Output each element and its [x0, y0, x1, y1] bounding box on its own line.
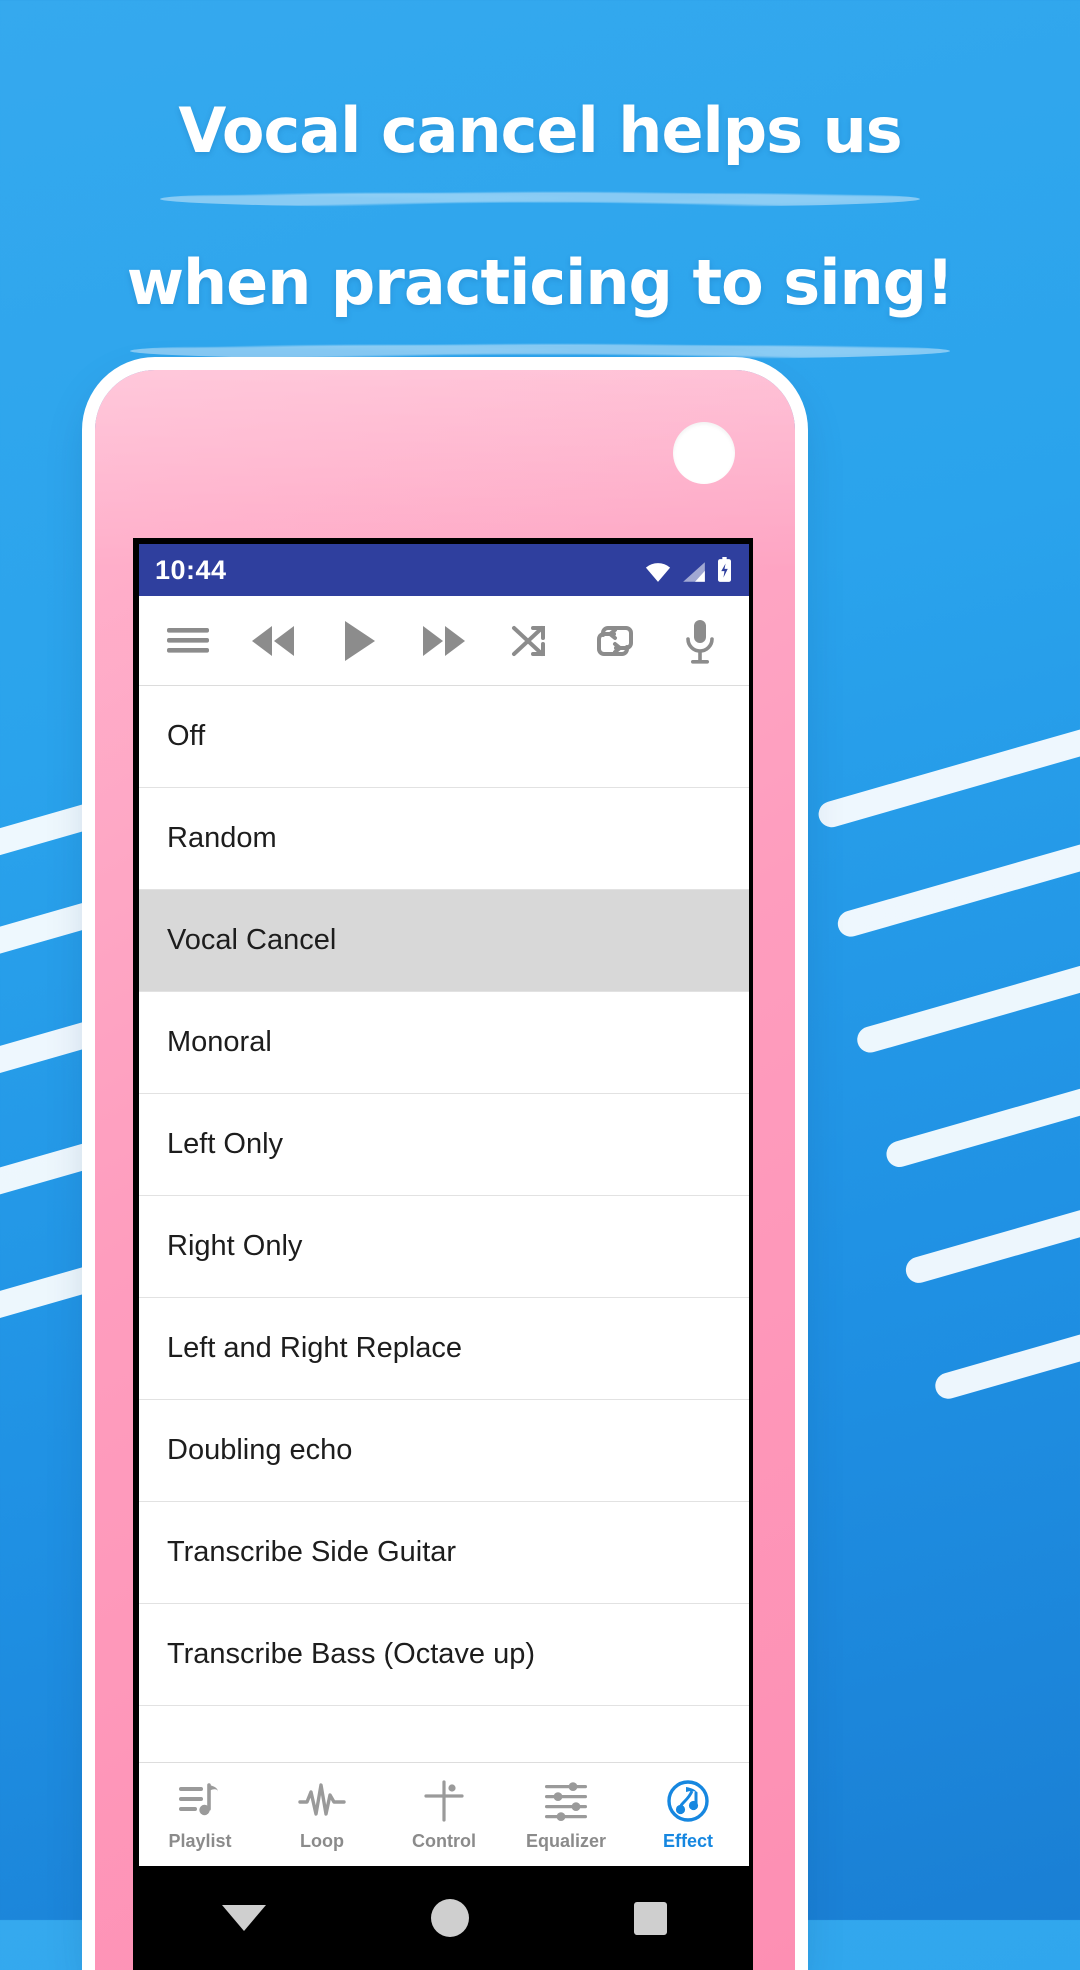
status-clock: 10:44: [155, 554, 227, 585]
list-item-label: Monoral: [167, 1026, 272, 1058]
stripe-decoration: [902, 1170, 1080, 1286]
list-item-label: Right Only: [167, 1230, 303, 1262]
triangle-back-icon[interactable]: [221, 1905, 266, 1931]
list-item-label: Doubling echo: [167, 1434, 353, 1466]
shuffle-button[interactable]: [498, 610, 560, 672]
play-icon: [344, 620, 375, 661]
bottom-tab-bar: Playlist Loop Control Equalizer Effect: [139, 1762, 749, 1866]
stripe-decoration: [834, 796, 1080, 940]
list-item[interactable]: Off: [139, 686, 749, 788]
tab-label: Effect: [662, 1831, 713, 1851]
tab-label: Loop: [300, 1831, 344, 1851]
list-item[interactable]: Doubling echo: [139, 1400, 749, 1502]
device-screen: 10:44 Off Random Vocal Cancel Monoral Le…: [133, 538, 753, 1970]
promo-headline: Vocal cancel helps us when practicing to…: [0, 72, 1080, 376]
fast-forward-icon: [422, 625, 465, 656]
stripe-decoration: [815, 675, 1080, 831]
effect-list[interactable]: Off Random Vocal Cancel Monoral Left Onl…: [139, 686, 749, 1706]
repeat-button[interactable]: [584, 610, 646, 672]
hamburger-menu-icon: [166, 627, 209, 653]
list-item[interactable]: Left and Right Replace: [139, 1298, 749, 1400]
list-item[interactable]: Right Only: [139, 1196, 749, 1298]
tab-effect[interactable]: Effect: [632, 1777, 744, 1852]
list-item[interactable]: Monoral: [139, 992, 749, 1094]
fast-forward-button[interactable]: [413, 610, 475, 672]
square-recent-icon[interactable]: [633, 1901, 667, 1935]
shuffle-icon: [512, 625, 546, 656]
waveform-icon: [298, 1777, 346, 1825]
menu-button[interactable]: [157, 610, 219, 672]
tab-label: Playlist: [168, 1831, 232, 1851]
front-camera-icon: [673, 422, 735, 484]
signal-icon: [683, 562, 705, 582]
play-button[interactable]: [328, 610, 390, 672]
stripe-decoration: [932, 1294, 1080, 1402]
playlist-note-icon: [177, 1777, 223, 1825]
brush-underline-icon: [160, 190, 920, 208]
list-item-label: Off: [167, 720, 206, 752]
tab-control[interactable]: Control: [388, 1777, 500, 1852]
tab-loop[interactable]: Loop: [266, 1777, 378, 1852]
battery-charging-icon: [718, 557, 731, 582]
stripe-decoration: [883, 1045, 1080, 1171]
list-item-label: Transcribe Bass (Octave up): [167, 1638, 535, 1670]
microphone-icon: [686, 619, 715, 664]
tab-label: Control: [412, 1831, 476, 1851]
list-item-label: Left Only: [167, 1128, 284, 1160]
player-toolbar: [139, 596, 749, 686]
list-item[interactable]: Left Only: [139, 1094, 749, 1196]
headline-line-1: Vocal cancel helps us: [178, 94, 902, 167]
tab-label: Equalizer: [525, 1831, 607, 1851]
list-item[interactable]: Transcribe Bass (Octave up): [139, 1604, 749, 1706]
phone-mockup: 10:44 Off Random Vocal Cancel Monoral Le…: [95, 370, 795, 1970]
circle-home-icon[interactable]: [430, 1899, 469, 1937]
list-item[interactable]: Transcribe Side Guitar: [139, 1502, 749, 1604]
rewind-icon: [252, 625, 295, 656]
repeat-icon: [596, 625, 633, 656]
list-item-label: Left and Right Replace: [167, 1332, 463, 1364]
brush-underline-icon: [130, 342, 950, 360]
rewind-button[interactable]: [242, 610, 304, 672]
tab-playlist[interactable]: Playlist: [144, 1777, 256, 1852]
tab-equalizer[interactable]: Equalizer: [510, 1777, 622, 1852]
list-item-label: Vocal Cancel: [167, 924, 337, 956]
list-item-selected[interactable]: Vocal Cancel: [139, 890, 749, 992]
headline-line-2: when practicing to sing!: [126, 246, 955, 319]
status-icons: [644, 557, 733, 583]
equalizer-sliders-icon: [543, 1777, 589, 1825]
microphone-button[interactable]: [669, 610, 731, 672]
list-item[interactable]: Random: [139, 788, 749, 890]
status-bar: 10:44: [139, 544, 749, 596]
list-item-label: Transcribe Side Guitar: [167, 1536, 457, 1568]
stripe-decoration: [854, 920, 1080, 1056]
headline-underline-1: [0, 190, 1080, 224]
wifi-icon: [645, 563, 671, 582]
list-item-label: Random: [167, 822, 277, 854]
effect-circle-note-icon: [666, 1777, 710, 1825]
android-nav-bar: [139, 1866, 749, 1970]
control-cross-icon: [422, 1777, 466, 1825]
app-window: 10:44 Off Random Vocal Cancel Monoral Le…: [139, 544, 749, 1970]
